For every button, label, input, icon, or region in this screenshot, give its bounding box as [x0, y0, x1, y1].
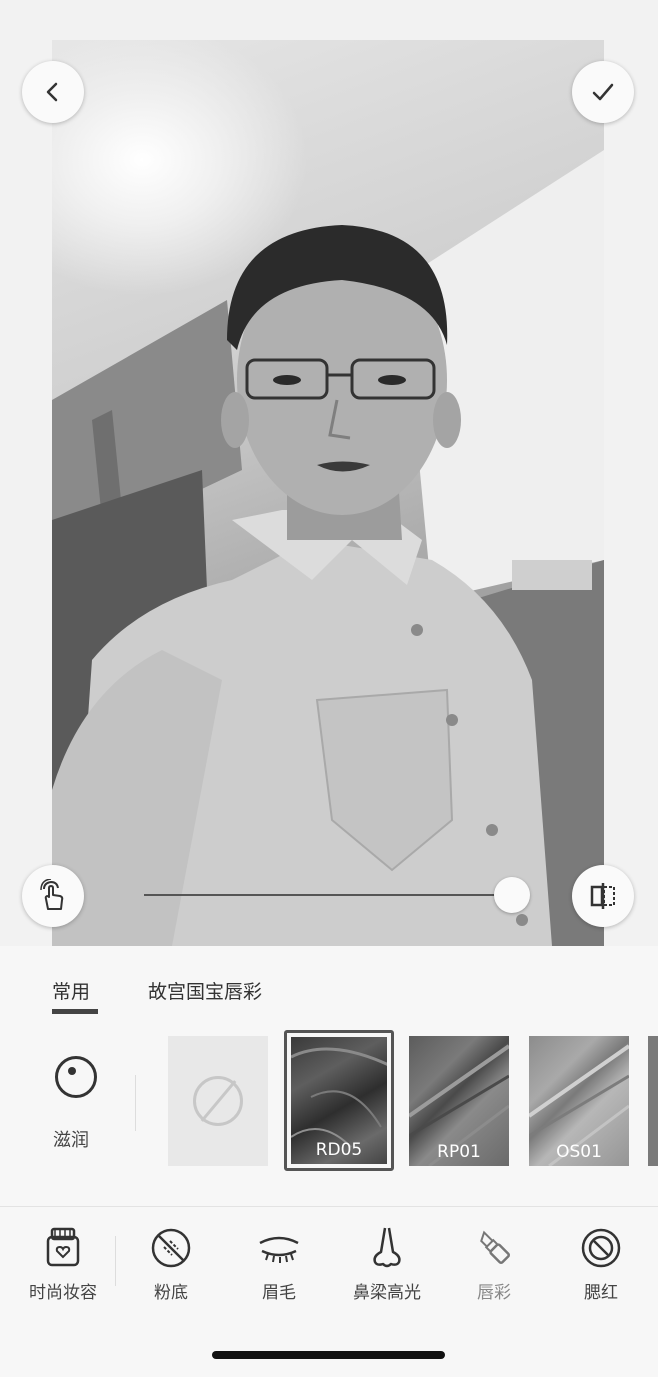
makeup-kit-icon: [46, 1227, 80, 1267]
nav-label: 粉底: [154, 1283, 188, 1303]
nav-eyebrow[interactable]: 眉毛: [229, 1224, 329, 1303]
home-indicator[interactable]: [212, 1351, 445, 1359]
blush-icon: [581, 1228, 621, 1268]
nose-icon: [373, 1227, 401, 1268]
nav-label: 时尚妆容: [29, 1283, 97, 1303]
checkmark-icon: [592, 83, 614, 101]
nav-blush[interactable]: 腮红: [551, 1224, 651, 1303]
photo-preview: [52, 40, 604, 946]
lipstick-icon: [480, 1230, 510, 1264]
separator: [0, 1206, 658, 1207]
tab-palace-lipstick[interactable]: 故宫国宝唇彩: [148, 977, 262, 1004]
back-button[interactable]: [22, 61, 84, 123]
nav-fashion-makeup[interactable]: 时尚妆容: [13, 1224, 113, 1303]
swatch-os01[interactable]: OS01: [529, 1036, 629, 1166]
tab-common[interactable]: 常用: [52, 977, 90, 1004]
nav-lipstick[interactable]: 唇彩: [444, 1224, 544, 1303]
swatch-label: RP01: [437, 1142, 481, 1162]
swatch-label: RD05: [315, 1140, 363, 1160]
eyebrow-icon: [259, 1236, 299, 1263]
intensity-slider-knob[interactable]: [494, 877, 530, 913]
moisture-icon: [55, 1056, 97, 1098]
compare-split-icon: [590, 883, 615, 909]
compare-button[interactable]: [572, 865, 634, 927]
chevron-left-icon: [46, 82, 58, 102]
nav-label: 鼻梁高光: [353, 1283, 421, 1303]
swatch-rp01[interactable]: RP01: [409, 1036, 509, 1166]
swatch-partial[interactable]: [648, 1036, 658, 1166]
swatch-rd05[interactable]: RD05: [284, 1030, 394, 1171]
touch-edit-button[interactable]: [22, 865, 84, 927]
swatch-label: OS01: [556, 1142, 602, 1162]
nav-foundation[interactable]: 粉底: [121, 1224, 221, 1303]
tab-active-indicator: [52, 1009, 98, 1014]
nav-nose-highlight[interactable]: 鼻梁高光: [337, 1224, 437, 1303]
nav-label: 眉毛: [262, 1283, 296, 1303]
none-icon: [193, 1076, 243, 1126]
finish-label: 滋润: [53, 1130, 89, 1151]
confirm-button[interactable]: [572, 61, 634, 123]
portrait-photo: [52, 150, 604, 946]
intensity-slider-track[interactable]: [144, 894, 514, 896]
foundation-icon: [151, 1228, 191, 1268]
divider: [115, 1236, 116, 1286]
nav-label: 唇彩: [477, 1283, 511, 1303]
hand-touch-icon: [40, 879, 64, 910]
swatch-none[interactable]: [168, 1036, 268, 1166]
nav-label: 腮红: [584, 1283, 618, 1303]
divider: [135, 1075, 136, 1131]
